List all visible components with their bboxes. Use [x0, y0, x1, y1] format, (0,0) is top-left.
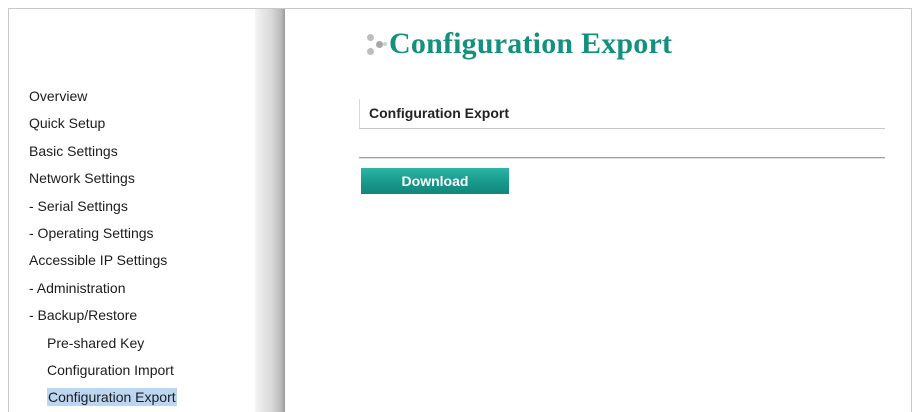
sidebar-item-network-settings[interactable]: Network Settings [29, 169, 177, 196]
sidebar-item-configuration-import[interactable]: Configuration Import [29, 361, 177, 388]
sidebar-item-configuration-export[interactable]: Configuration Export [29, 388, 177, 412]
sidebar-item-administration[interactable]: - Administration [29, 279, 177, 306]
sidebar-item-label: Network Settings [29, 170, 135, 187]
dots-icon [365, 31, 387, 57]
sidebar-item-serial-settings[interactable]: - Serial Settings [29, 197, 177, 224]
main-content: Configuration Export Configuration Expor… [285, 9, 911, 412]
section-header: Configuration Export [359, 99, 885, 129]
sidebar-item-pre-shared-key[interactable]: Pre-shared Key [29, 334, 177, 361]
page-title: Configuration Export [389, 27, 673, 60]
sidebar-divider [255, 9, 285, 412]
divider [359, 157, 885, 159]
sidebar-item-operating-settings[interactable]: - Operating Settings [29, 224, 177, 251]
sidebar-item-label: Pre-shared Key [47, 334, 145, 351]
sidebar-item-label: - Serial Settings [29, 197, 128, 214]
sidebar-item-backup-restore[interactable]: - Backup/Restore [29, 306, 177, 333]
sidebar-item-label: Configuration Import [47, 361, 174, 378]
sidebar-item-label: Quick Setup [29, 115, 106, 132]
sidebar-item-label: - Administration [29, 279, 126, 296]
sidebar: Overview Quick Setup Basic Settings Netw… [9, 9, 255, 412]
sidebar-item-label: Configuration Export [47, 388, 177, 407]
sidebar-nav: Overview Quick Setup Basic Settings Netw… [29, 87, 177, 412]
sidebar-item-label: - Backup/Restore [29, 307, 138, 324]
sidebar-item-label: Basic Settings [29, 142, 118, 159]
page-header: Configuration Export [365, 27, 672, 61]
app-frame: Overview Quick Setup Basic Settings Netw… [8, 8, 912, 412]
sidebar-item-label: Accessible IP Settings [29, 252, 168, 269]
sidebar-item-accessible-ip-settings[interactable]: Accessible IP Settings [29, 251, 177, 278]
section-header-label: Configuration Export [369, 105, 509, 121]
sidebar-item-label: - Operating Settings [29, 224, 154, 241]
sidebar-item-label: Overview [29, 88, 88, 104]
sidebar-item-quick-setup[interactable]: Quick Setup [29, 114, 177, 141]
sidebar-item-basic-settings[interactable]: Basic Settings [29, 142, 177, 169]
download-button[interactable]: Download [361, 168, 509, 194]
sidebar-item-overview[interactable]: Overview [29, 87, 177, 114]
